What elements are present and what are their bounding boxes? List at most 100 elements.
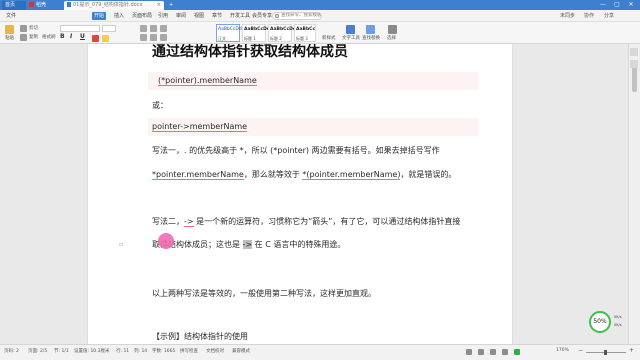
font-size-select[interactable] [102, 25, 116, 32]
para2-code-a: *pointer.memberName [152, 170, 244, 180]
status-row: 行: 11 [116, 349, 130, 354]
spell-check-button[interactable]: 拼写检查 [180, 348, 198, 354]
share-button[interactable]: 分享 [604, 12, 614, 20]
collaborate-button[interactable]: 协作 [584, 12, 594, 20]
select-icon[interactable] [388, 25, 397, 34]
bold-button[interactable]: B [60, 33, 65, 40]
menu-member[interactable]: 会员专享 [250, 12, 274, 20]
para3-text-a: 写法二， [152, 217, 184, 226]
new-style-button[interactable]: 新样式 [322, 35, 336, 41]
status-page: 页码: 2 [4, 349, 19, 354]
style-heading-1[interactable]: AaBbCcDd 标题 1 [242, 24, 270, 42]
format-painter-button[interactable]: 格式刷 [42, 34, 56, 40]
tab-docer[interactable]: 稻壳 [26, 1, 62, 10]
reading-mode-icon[interactable] [502, 349, 508, 355]
style-sample: AaBbCcDd [244, 27, 271, 32]
numbered-list-icon[interactable] [150, 34, 157, 41]
menu-page-layout[interactable]: 页面布局 [130, 12, 154, 20]
bullet-list-icon[interactable] [140, 34, 147, 41]
cut-icon[interactable] [20, 25, 27, 32]
speed-indicator[interactable]: 50% [589, 311, 611, 333]
menu-insert[interactable]: 插入 [112, 12, 126, 20]
find-replace-label: 查找替换 [362, 36, 380, 41]
side-panel-icon-2[interactable] [630, 60, 638, 68]
word-doc-icon [67, 2, 71, 7]
status-word-count[interactable]: 字数: 1665 [152, 348, 175, 354]
view-mode-icon[interactable] [466, 349, 472, 355]
style-sample: AaBbCc [296, 27, 316, 32]
eye-protection-icon[interactable] [514, 349, 520, 355]
minimize-button[interactable]: — [596, 0, 610, 10]
net-upload-speed: 0K/s [614, 315, 622, 319]
new-tab-button[interactable]: + [166, 1, 176, 10]
net-download-speed: 0K/s [614, 323, 622, 327]
para3-text-c: 是一个新的运算符，习惯称它为“箭头”，有了它，可以通过结构体指针直接 [193, 217, 461, 226]
tab-home-label: 首页 [5, 2, 16, 8]
select-label: 选择 [387, 36, 396, 41]
para2-code-c: *(pointer.memberName) [302, 170, 401, 180]
code-line-2: pointer->memberName [152, 122, 248, 132]
document-page[interactable]: 通过结构体指针获取结构体成员 (*pointer).memberName 或： … [88, 44, 512, 344]
zoom-out-button[interactable]: − [578, 347, 583, 354]
title-bar: 首页 稻壳 01提示_079_结构体指针.docx × + — ▢ ✕ [0, 0, 640, 10]
para3-arrow: -> [184, 217, 194, 227]
tab-document[interactable]: 01提示_079_结构体指针.docx × [64, 1, 164, 10]
zoom-slider-handle[interactable] [604, 350, 607, 355]
menu-file[interactable]: 文件 [4, 12, 18, 20]
find-replace-icon[interactable] [366, 25, 375, 34]
menu-bar: 文件 开始 插入 页面布局 引用 审阅 视图 章节 开发工具 会员专享 查找命令… [0, 10, 640, 22]
style-heading-3[interactable]: AaBbCc 标题 3 [294, 24, 316, 42]
side-panel-icon[interactable] [630, 48, 638, 56]
maximize-button[interactable]: ▢ [610, 0, 624, 10]
style-label: 正文 [218, 36, 226, 41]
style-label: 标题 3 [296, 36, 308, 41]
status-bar: 页码: 2 页面: 2/5 节: 1/1 设置值: 10.3厘米 行: 11 列… [0, 344, 640, 360]
tab-home[interactable]: 首页 [2, 1, 26, 10]
align-right-icon[interactable] [160, 25, 167, 32]
paragraph-1: 写法一，. 的优先级高于 *，所以 (*pointer) 两边需要有括号。如果去… [152, 146, 440, 155]
align-left-icon[interactable] [140, 25, 147, 32]
paragraph-5: 以上两种写法是等效的，一般使用第二种写法，这样更加直观。 [152, 289, 376, 298]
tab-docer-label: 稻壳 [36, 2, 47, 8]
search-icon [275, 14, 279, 18]
menu-chapter[interactable]: 章节 [210, 12, 224, 20]
menu-review[interactable]: 审阅 [174, 12, 188, 20]
doc-proofread-button[interactable]: 文档校对 [206, 348, 224, 354]
underline-button[interactable]: U [80, 33, 85, 40]
close-tab-icon[interactable]: × [157, 1, 161, 10]
text-tools-icon[interactable] [346, 25, 355, 34]
style-normal[interactable]: AaBbCcDd 正文 [216, 24, 242, 42]
status-section: 节: 1/1 [54, 349, 69, 354]
highlight-icon[interactable] [102, 35, 109, 42]
text-tools-label: 文字工具 [342, 36, 360, 41]
code-text-2: pointer->memberName [152, 122, 248, 132]
vertical-scrollbar[interactable] [628, 44, 640, 344]
code-line-1: (*pointer).memberName [158, 76, 257, 86]
web-view-icon[interactable] [490, 349, 496, 355]
sync-status[interactable]: 未同步 [560, 12, 575, 20]
zoom-level[interactable]: 170% [556, 348, 569, 353]
command-search-input[interactable]: 查找命令、搜索模板 [272, 12, 322, 20]
zoom-in-button[interactable]: + [629, 347, 634, 354]
menu-home[interactable]: 开始 [92, 12, 107, 20]
scrollbar-thumb[interactable] [632, 64, 637, 92]
font-family-select[interactable] [60, 25, 100, 32]
or-line: 或： [152, 101, 168, 110]
copy-label: 复制 [29, 35, 38, 40]
search-placeholder: 查找命令、搜索模板 [281, 13, 322, 18]
paragraph-3: 写法二，-> 是一个新的运算符，习惯称它为“箭头”，有了它，可以通过结构体指针直… [152, 216, 460, 227]
style-heading-2[interactable]: AaBbCcDd 标题 2 [268, 24, 296, 42]
paste-icon[interactable] [5, 25, 14, 34]
style-label: 标题 1 [244, 36, 256, 41]
para4-arrow-selected: -> [242, 240, 253, 249]
font-color-icon[interactable] [92, 35, 99, 42]
menu-references[interactable]: 引用 [156, 12, 170, 20]
close-window-button[interactable]: ✕ [624, 0, 638, 10]
italic-button[interactable]: I [70, 33, 72, 40]
menu-developer[interactable]: 开发工具 [228, 12, 252, 20]
copy-icon[interactable] [20, 34, 27, 41]
menu-view[interactable]: 视图 [192, 12, 206, 20]
align-center-icon[interactable] [150, 25, 157, 32]
outline-view-icon[interactable] [478, 349, 484, 355]
line-spacing-icon[interactable] [160, 34, 167, 41]
